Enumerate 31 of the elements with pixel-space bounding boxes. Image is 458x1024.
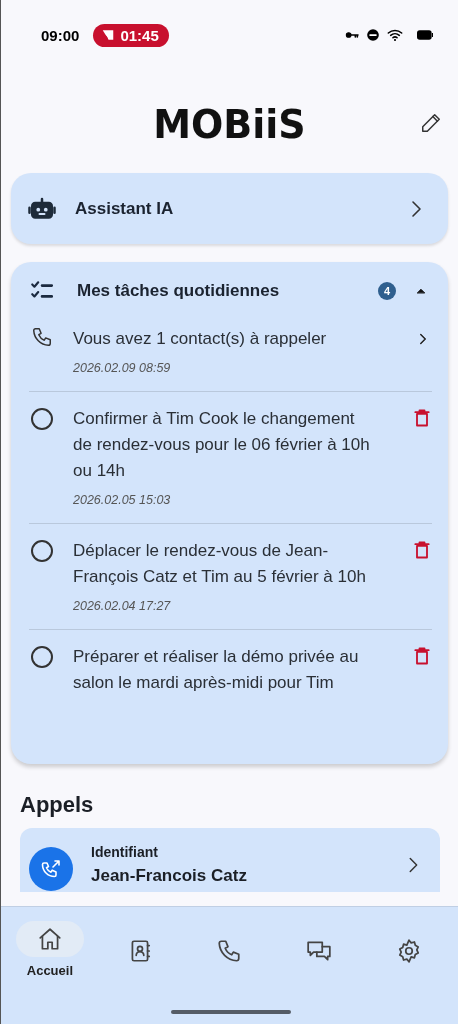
section-title: Appels [20,792,95,818]
phone-icon [31,326,53,348]
task-text: Confirmer à Tim Cook le changement de rendez-vous pour le 06 février à 10h ou 14h [73,408,371,482]
task-date: 2026.02.04 17:27 [73,599,172,613]
trash-icon[interactable] [412,646,432,666]
call-label: Identifiant [91,844,159,860]
status-time: 09:00 [41,26,80,44]
task-text: Préparer et réaliser la démo privée au salon le mardi après-midi pour Tim [73,646,360,694]
task-checkbox[interactable] [31,540,53,562]
task-date: 2026.02.05 15:03 [73,493,172,507]
outgoing-call-icon [29,847,73,891]
caller-name: Jean-Francois Catz [91,866,248,886]
nav-tab[interactable]: Accueil [13,907,86,1024]
task-text: Déplacer le rendez-vous de Jean-François Catz et Tim au 5 février à 10h [73,540,367,588]
trash-icon[interactable] [412,408,432,428]
task-checkbox[interactable] [31,408,53,430]
assistant-card[interactable]: Assistant IA [11,173,448,244]
tasks-title: Mes tâches quotidiennes [77,281,281,301]
task-date: 2026.02.09 08:59 [73,361,172,375]
do-not-disturb-icon [366,28,380,42]
wifi-icon [386,27,404,43]
task-checkbox[interactable] [31,646,53,668]
call-card[interactable]: Identifiant Jean-Francois Catz [20,828,440,892]
count-badge: 4 [378,282,396,300]
app-logo: MOBiiS [153,100,306,148]
task-text: Vous avez 1 contact(s) à rappeler [73,328,328,350]
timer-text: 01:45 [120,26,159,44]
pencil-icon[interactable] [420,112,442,134]
assistant-label: Assistant IA [75,198,175,219]
phone-icon [216,938,243,964]
trash-icon[interactable] [412,540,432,560]
